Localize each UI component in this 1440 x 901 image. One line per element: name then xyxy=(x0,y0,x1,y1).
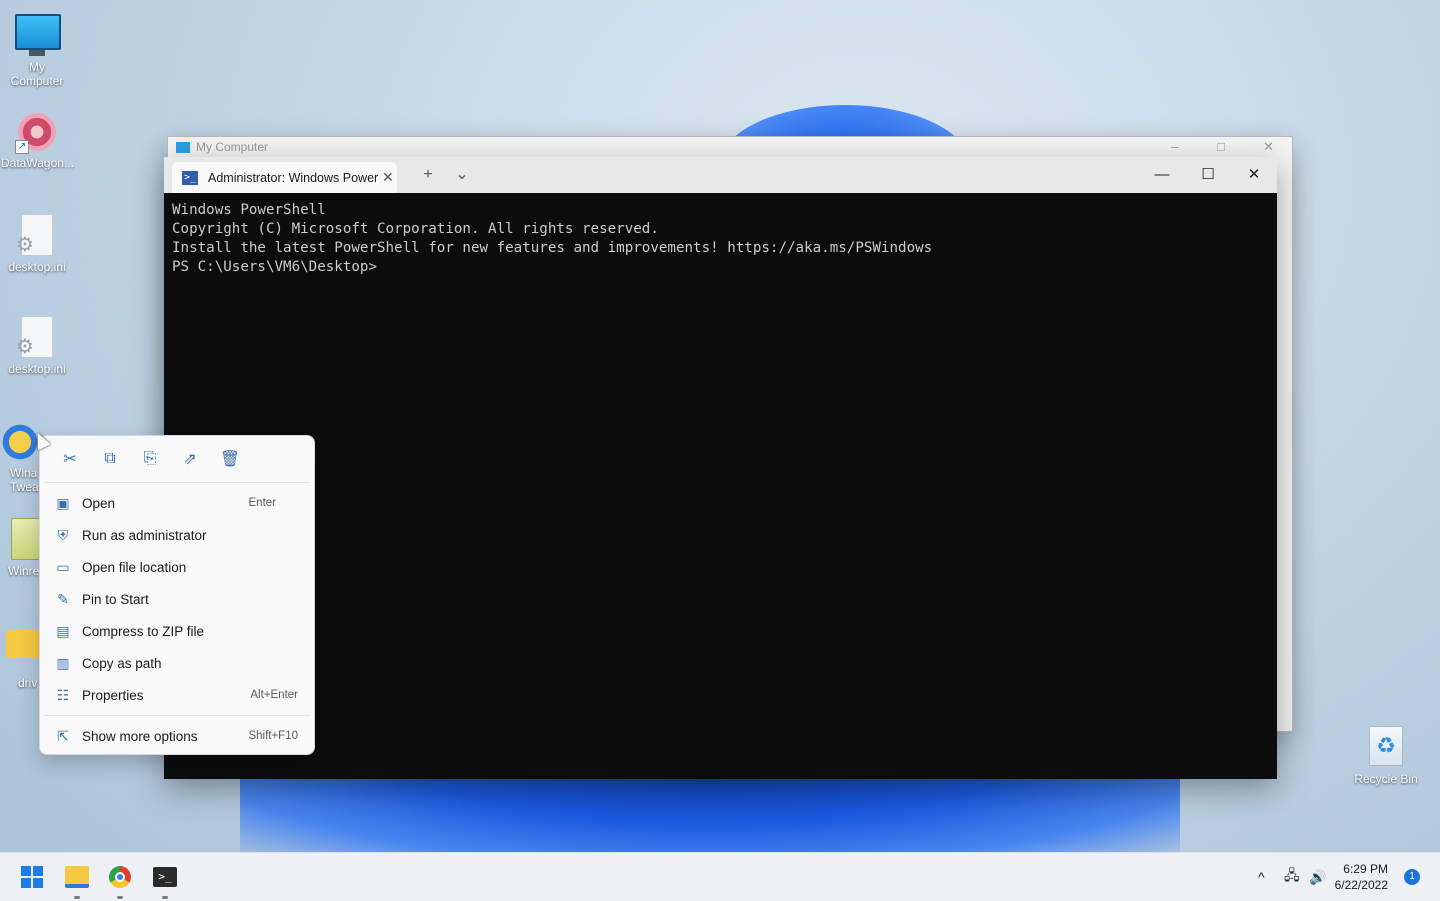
terminal-tabbar[interactable]: >_ Administrator: Windows PowerS ✕ + ⌄ —… xyxy=(164,157,1277,193)
shield-icon: ⛨ xyxy=(57,527,69,543)
terminal-icon: >_ xyxy=(153,867,177,887)
menu-item-label: Compress to ZIP file xyxy=(82,623,205,639)
more-options-icon: ⇱ xyxy=(57,728,69,744)
menu-item-run-as-admin[interactable]: ⛨ Run as administrator xyxy=(40,519,314,551)
terminal-line: Install the latest PowerShell for new fe… xyxy=(172,240,933,256)
desktop-icon-label: My Computer xyxy=(10,60,64,88)
desktop-icon-label: DataWagon... xyxy=(1,156,74,170)
running-indicator xyxy=(117,896,123,899)
desktop-icon-datawagon[interactable]: ↗ DataWagon... xyxy=(1,110,74,170)
share-icon[interactable]: ⇗ xyxy=(170,444,210,474)
menu-item-pin-to-start[interactable]: ✎ Pin to Start xyxy=(40,583,314,615)
window-title: My Computer xyxy=(196,140,269,154)
clock[interactable]: 6:29 PM 6/22/2022 xyxy=(1335,861,1388,893)
pin-icon: ✎ xyxy=(57,591,69,607)
running-indicator xyxy=(74,896,80,899)
tab-dropdown-button[interactable]: ⌄ xyxy=(447,163,477,187)
menu-item-label: Run as administrator xyxy=(82,527,207,543)
properties-icon: ☷ xyxy=(56,687,70,703)
chrome-icon xyxy=(109,866,131,888)
monitor-icon xyxy=(176,141,190,153)
menu-item-shortcut: Alt+Enter xyxy=(250,689,298,701)
powershell-icon: >_ xyxy=(182,170,198,185)
close-button[interactable]: ✕ xyxy=(1263,139,1274,155)
menu-item-shortcut: Enter xyxy=(248,497,277,509)
desktop-icon-label: Recycle Bin xyxy=(1354,772,1418,786)
minimize-button[interactable]: — xyxy=(1139,157,1185,193)
menu-item-compress-zip[interactable]: ▤ Compress to ZIP file xyxy=(40,615,314,647)
cut-icon[interactable]: ✂ xyxy=(50,444,90,474)
file-explorer-button[interactable] xyxy=(57,861,97,899)
start-button[interactable] xyxy=(12,861,52,893)
notification-badge[interactable]: 1 xyxy=(1404,869,1420,885)
menu-item-label: Pin to Start xyxy=(82,591,149,607)
tab-title: Administrator: Windows PowerS xyxy=(208,170,378,185)
terminal-line: Copyright (C) Microsoft Corporation. All… xyxy=(172,221,659,237)
terminal-window[interactable]: >_ Administrator: Windows PowerS ✕ + ⌄ —… xyxy=(164,157,1277,779)
desktop-icon-desktop-ini-1[interactable]: ⚙ desktop.ini xyxy=(1,214,73,274)
new-tab-button[interactable]: + xyxy=(413,163,443,187)
settings-file-icon: ⚙ xyxy=(15,214,59,258)
context-menu[interactable]: ✂ ⧉ ⎘ ⇗ 🗑 ▣ Open Enter ⛨ Run as administ… xyxy=(39,435,315,755)
terminal-prompt[interactable]: PS C:\Users\VM6\Desktop> xyxy=(172,258,1269,277)
rename-icon[interactable]: ⎘ xyxy=(130,444,170,474)
recycle-bin-icon: ♻ xyxy=(1364,726,1408,770)
menu-item-open[interactable]: ▣ Open Enter xyxy=(40,487,314,519)
menu-item-label: Show more options xyxy=(82,728,198,744)
delete-icon[interactable]: 🗑 xyxy=(210,444,250,474)
close-button[interactable]: ✕ xyxy=(1231,157,1277,193)
zip-icon: ▤ xyxy=(56,623,70,639)
chrome-button[interactable] xyxy=(100,861,140,899)
tab-close-button[interactable]: ✕ xyxy=(382,169,394,186)
file-explorer-icon xyxy=(65,866,89,888)
menu-item-label: Open file location xyxy=(82,559,187,575)
open-icon: ▣ xyxy=(56,495,70,511)
show-hidden-icons-chevron-icon[interactable]: ^ xyxy=(1258,853,1265,901)
context-quick-actions: ✂ ⧉ ⎘ ⇗ 🗑 xyxy=(40,436,314,482)
minimize-button[interactable]: – xyxy=(1171,139,1178,154)
menu-item-label: Properties xyxy=(82,687,144,703)
maximize-button[interactable]: ☐ xyxy=(1185,157,1231,193)
taskbar: >_ ^ 🖧 🔊 6:29 PM 6/22/2022 1 xyxy=(0,852,1440,901)
terminal-output[interactable]: Windows PowerShell Copyright (C) Microsof… xyxy=(164,193,1277,285)
tab-powershell[interactable]: >_ Administrator: Windows PowerS ✕ xyxy=(172,162,397,193)
path-icon: ▥ xyxy=(56,655,70,671)
desktop-icon-label: desktop.ini xyxy=(8,260,66,274)
menu-item-properties[interactable]: ☷ Properties Alt+Enter xyxy=(40,679,314,711)
menu-item-shortcut: Shift+F10 xyxy=(248,730,298,742)
running-indicator xyxy=(162,896,168,899)
menu-item-label: Copy as path xyxy=(82,655,162,671)
app-icon: ↗ xyxy=(15,110,59,154)
desktop-icon-desktop-ini-2[interactable]: ⚙ desktop.ini xyxy=(1,316,73,376)
clock-date: 6/22/2022 xyxy=(1334,878,1388,892)
clock-time: 6:29 PM xyxy=(1343,862,1388,876)
desktop-icon-recycle-bin[interactable]: ♻ Recycle Bin xyxy=(1350,726,1422,786)
terminal-button[interactable]: >_ xyxy=(145,861,185,899)
settings-file-icon: ⚙ xyxy=(15,316,59,360)
monitor-icon xyxy=(15,14,61,58)
menu-item-label: Open xyxy=(82,495,116,511)
menu-item-show-more-options[interactable]: ⇱ Show more options Shift+F10 xyxy=(40,720,314,752)
menu-item-open-file-location[interactable]: ▭ Open file location xyxy=(40,551,314,583)
maximize-button[interactable]: □ xyxy=(1217,139,1225,154)
terminal-line: Windows PowerShell xyxy=(172,202,326,218)
copy-icon[interactable]: ⧉ xyxy=(90,444,130,474)
menu-item-copy-as-path[interactable]: ▥ Copy as path xyxy=(40,647,314,679)
my-computer-titlebar[interactable]: My Computer xyxy=(168,137,1292,157)
shortcut-arrow-icon: ↗ xyxy=(15,140,29,154)
volume-icon[interactable]: 🔊 xyxy=(1309,853,1326,901)
network-icon[interactable]: 🖧 xyxy=(1284,853,1300,901)
windows-logo-icon xyxy=(21,866,43,888)
desktop-icon-label: desktop.ini xyxy=(8,362,66,376)
desktop-icon-my-computer[interactable]: My Computer xyxy=(1,10,73,88)
folder-icon: ▭ xyxy=(56,559,70,575)
